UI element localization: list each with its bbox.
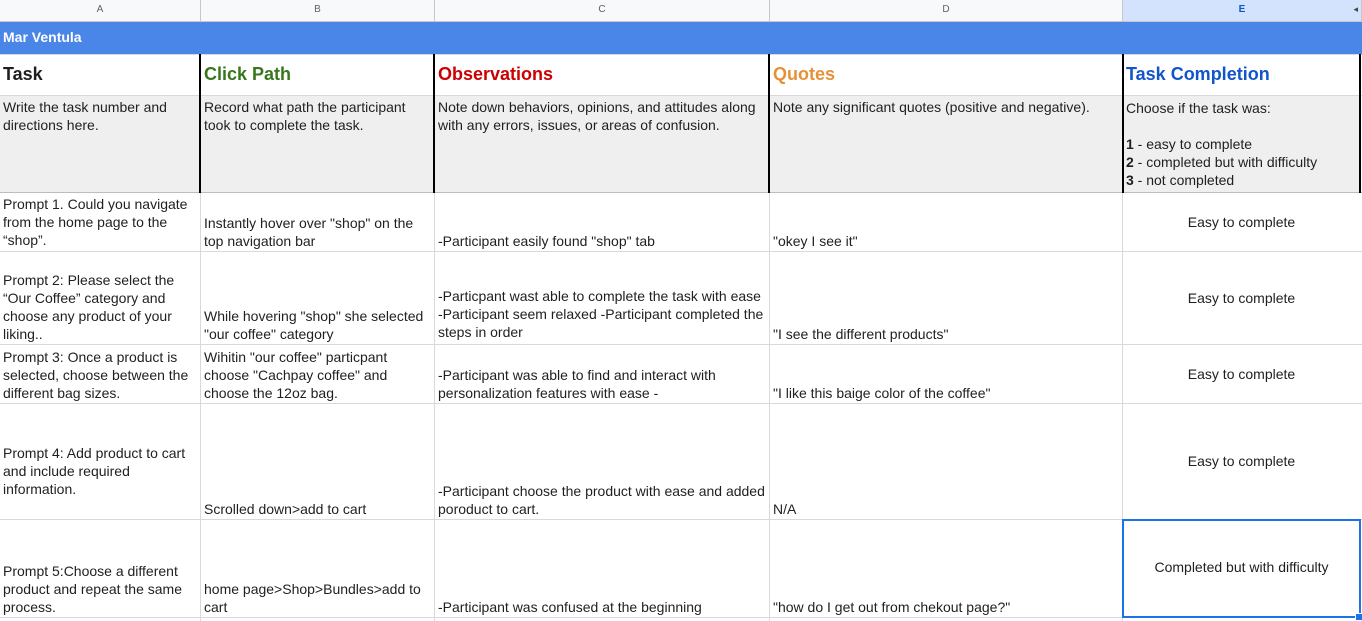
quote-cell[interactable]: "I like this baige color of the coffee" (770, 345, 1122, 403)
completion-cell[interactable]: Easy to complete (1123, 404, 1360, 519)
description-click-path[interactable]: Record what path the participant took to… (201, 96, 434, 192)
quote-cell[interactable]: "okey I see it" (770, 193, 1122, 251)
header-task-completion[interactable]: Task Completion (1123, 55, 1360, 95)
header-observations[interactable]: Observations (435, 55, 769, 95)
completion-scale-item: 3 - not completed (1126, 172, 1235, 188)
column-border (433, 54, 435, 193)
column-border (1359, 54, 1361, 193)
completion-scale-item: 2 - completed but with difficulty (1126, 154, 1318, 170)
task-cell[interactable]: Prompt 1. Could you navigate from the ho… (0, 193, 200, 251)
task-cell[interactable]: Prompt 3: Once a product is selected, ch… (0, 345, 200, 403)
click-path-cell[interactable]: home page>Shop>Bundles>add to cart (201, 520, 434, 617)
completion-cell[interactable]: Easy to complete (1123, 345, 1360, 403)
completion-scale-intro: Choose if the task was: (1126, 100, 1271, 116)
column-border (199, 54, 201, 193)
column-header-b[interactable]: B (201, 0, 435, 21)
column-header-d[interactable]: D (770, 0, 1123, 21)
description-task-completion[interactable]: Choose if the task was: 1 - easy to comp… (1123, 96, 1360, 192)
description-task[interactable]: Write the task number and directions her… (0, 96, 200, 192)
observation-cell[interactable]: -Particpant wast able to complete the ta… (435, 252, 769, 344)
completion-scale-item: 1 - easy to complete (1126, 136, 1253, 152)
column-header-bar: A B C D E ◂ (0, 0, 1362, 22)
description-quotes[interactable]: Note any significant quotes (positive an… (770, 96, 1122, 192)
observation-cell[interactable]: -Participant was confused at the beginni… (435, 520, 769, 617)
column-header-e[interactable]: E (1123, 0, 1362, 21)
spreadsheet-grid[interactable]: A B C D E ◂ Mar Ventula Task Click Path … (0, 0, 1362, 621)
header-click-path[interactable]: Click Path (201, 55, 434, 95)
quote-cell[interactable]: "how do I get out from chekout page?" (770, 520, 1122, 617)
observation-cell[interactable]: -Participant easily found "shop" tab (435, 193, 769, 251)
click-path-cell[interactable]: Scrolled down>add to cart (201, 404, 434, 519)
active-cell-selection[interactable] (1122, 519, 1361, 618)
fill-handle[interactable] (1355, 613, 1362, 621)
quote-cell[interactable]: "I see the different products" (770, 252, 1122, 344)
task-cell[interactable]: Prompt 5:Choose a different product and … (0, 520, 200, 617)
task-cell[interactable]: Prompt 2: Please select the “Our Coffee”… (0, 252, 200, 344)
click-path-cell[interactable]: While hovering "shop" she selected "our … (201, 252, 434, 344)
observation-cell[interactable]: -Participant choose the product with eas… (435, 404, 769, 519)
column-header-a[interactable]: A (0, 0, 201, 21)
gridline (434, 193, 435, 621)
column-header-c[interactable]: C (435, 0, 770, 21)
column-border (1122, 54, 1124, 193)
scroll-left-arrow-icon[interactable]: ◂ (1353, 4, 1358, 15)
click-path-cell[interactable]: Wihitin "our coffee" particpant choose "… (201, 345, 434, 403)
completion-cell[interactable]: Easy to complete (1123, 252, 1360, 344)
observation-cell[interactable]: -Participant was able to find and intera… (435, 345, 769, 403)
description-observations[interactable]: Note down behaviors, opinions, and attit… (435, 96, 769, 192)
gridline (769, 193, 770, 621)
quote-cell[interactable]: N/A (770, 404, 1122, 519)
title-band-text: Mar Ventula (3, 29, 82, 45)
title-band[interactable]: Mar Ventula (0, 22, 1362, 54)
gridline (200, 193, 201, 621)
column-border (768, 54, 770, 193)
header-quotes[interactable]: Quotes (770, 55, 1122, 95)
task-cell[interactable]: Prompt 4: Add product to cart and includ… (0, 404, 200, 519)
click-path-cell[interactable]: Instantly hover over "shop" on the top n… (201, 193, 434, 251)
completion-cell[interactable]: Easy to complete (1123, 193, 1360, 251)
header-task[interactable]: Task (0, 55, 200, 95)
